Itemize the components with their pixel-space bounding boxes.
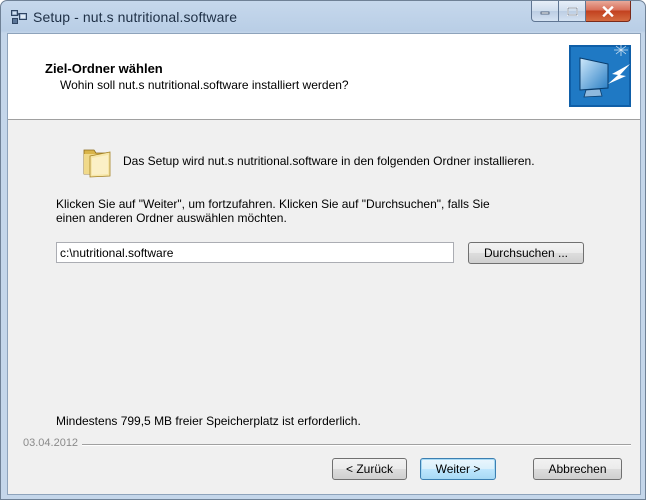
space-required-text: Mindestens 799,5 MB freier Speicherplatz… bbox=[56, 414, 361, 428]
minimize-button[interactable] bbox=[531, 1, 559, 22]
window-title: Setup - nut.s nutritional.software bbox=[33, 9, 238, 25]
maximize-button[interactable] bbox=[559, 1, 586, 22]
caption-buttons bbox=[531, 1, 631, 22]
wizard-client-area: Ziel-Ordner wählen Wohin soll nut.s nutr… bbox=[7, 33, 641, 495]
close-button[interactable] bbox=[586, 1, 631, 22]
install-path-input[interactable] bbox=[56, 242, 454, 263]
back-button[interactable]: < Zurück bbox=[332, 458, 407, 480]
title-bar[interactable]: Setup - nut.s nutritional.software bbox=[1, 1, 645, 33]
folder-icon bbox=[83, 149, 111, 178]
intro-text: Das Setup wird nut.s nutritional.softwar… bbox=[123, 154, 535, 168]
setup-window: Setup - nut.s nutritional.software Ziel-… bbox=[0, 0, 646, 500]
page-title: Ziel-Ordner wählen bbox=[45, 61, 163, 76]
page-subtitle: Wohin soll nut.s nutritional.software in… bbox=[60, 78, 349, 92]
version-label: 03.04.2012 bbox=[23, 437, 83, 449]
close-icon bbox=[602, 5, 614, 17]
computer-install-arrow-image bbox=[569, 44, 631, 107]
next-button[interactable]: Weiter > bbox=[420, 458, 496, 480]
footer-separator bbox=[23, 444, 631, 446]
setup-installer-icon bbox=[11, 10, 27, 24]
minimize-icon bbox=[540, 11, 550, 15]
instructions-line-1: Klicken Sie auf "Weiter", um fortzufahre… bbox=[56, 197, 490, 211]
wizard-header: Ziel-Ordner wählen Wohin soll nut.s nutr… bbox=[8, 34, 640, 120]
maximize-icon bbox=[566, 6, 578, 16]
instructions-line-2: einen anderen Ordner auswählen möchten. bbox=[56, 211, 287, 225]
browse-button[interactable]: Durchsuchen ... bbox=[468, 242, 584, 264]
cancel-button[interactable]: Abbrechen bbox=[533, 458, 622, 480]
